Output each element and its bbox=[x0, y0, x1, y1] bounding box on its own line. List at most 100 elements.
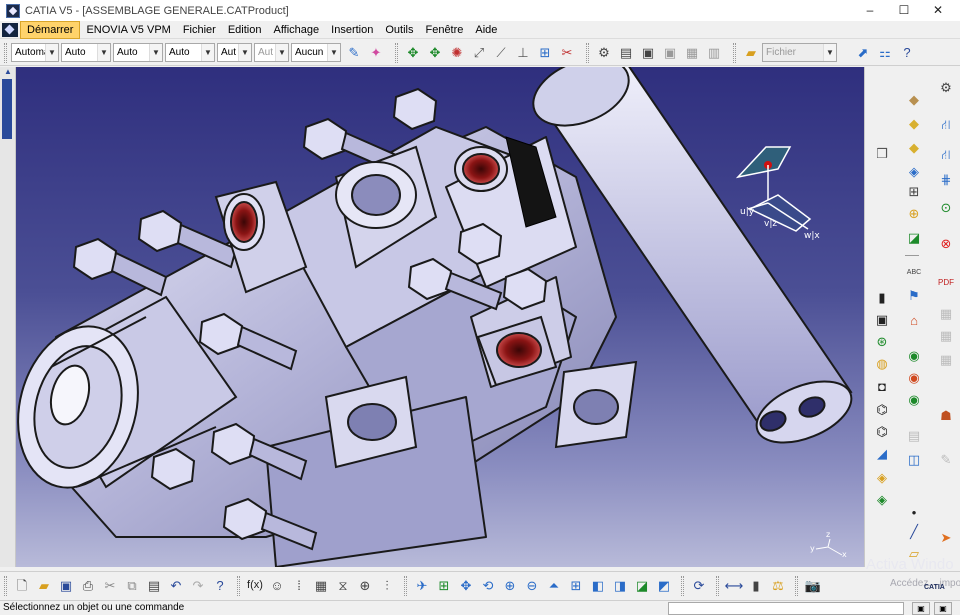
snap-tool-icon[interactable]: ⛙ bbox=[937, 147, 955, 165]
quick-constraint-icon[interactable]: ◘ bbox=[873, 377, 891, 395]
table-icon[interactable]: ▦ bbox=[311, 576, 331, 596]
update-icon[interactable]: ⌂ bbox=[905, 311, 923, 329]
iso-view-icon[interactable]: ◧ bbox=[588, 576, 608, 596]
toolbar-grip-bottom[interactable] bbox=[4, 575, 7, 596]
menu-insertion[interactable]: Insertion bbox=[325, 21, 379, 39]
graphic-property-combo-6[interactable]: Aut ▼ bbox=[254, 43, 289, 62]
redo-icon[interactable]: ↷ bbox=[188, 576, 208, 596]
fit-all-icon[interactable]: ⊞ bbox=[434, 576, 454, 596]
publish-icon[interactable]: ◈ bbox=[873, 469, 891, 487]
toolbar-grip-4[interactable] bbox=[733, 42, 736, 63]
menu-enovia[interactable]: ENOVIA V5 VPM bbox=[80, 21, 176, 39]
menu-edition[interactable]: Edition bbox=[222, 21, 268, 39]
fix-icon[interactable]: ▮ bbox=[873, 289, 891, 307]
menu-outils[interactable]: Outils bbox=[379, 21, 419, 39]
toolbar-grip-bottom-2[interactable] bbox=[237, 575, 240, 596]
graphic-property-combo-2[interactable]: Auto ▼ bbox=[61, 43, 111, 62]
generate-icon[interactable]: ▥ bbox=[704, 43, 724, 63]
maximize-button[interactable]: ☐ bbox=[886, 0, 922, 21]
measure-between-icon[interactable]: ⟷ bbox=[724, 576, 744, 596]
shading-icon[interactable]: ◨ bbox=[610, 576, 630, 596]
disabled-tool-4-icon[interactable]: ▤ bbox=[905, 427, 923, 445]
part-icon[interactable]: ◆ bbox=[905, 115, 923, 133]
update-all-icon[interactable]: ⟳ bbox=[689, 576, 709, 596]
component-disabled-icon[interactable]: ▣ bbox=[660, 43, 680, 63]
status-button-1[interactable]: ▣ bbox=[912, 602, 930, 615]
normal-view-icon[interactable]: ⏶ bbox=[544, 576, 564, 596]
assembly-3d-model[interactable]: u|y v|z w|x y z x bbox=[16, 67, 864, 567]
edit-sketch-icon[interactable]: ⌬ bbox=[873, 423, 891, 441]
existing-component-icon[interactable]: ◆ bbox=[905, 139, 923, 157]
catalog-browser-icon[interactable]: ▤ bbox=[616, 43, 636, 63]
toolbar-grip-bottom-6[interactable] bbox=[795, 575, 798, 596]
toolbar-grip[interactable] bbox=[4, 42, 7, 63]
send-to-icon[interactable]: ⬈ bbox=[853, 43, 873, 63]
multi-instantiation-icon[interactable]: ⋕ bbox=[937, 171, 955, 189]
fly-mode-icon[interactable]: ✈ bbox=[412, 576, 432, 596]
design-table-icon[interactable]: ⫶ bbox=[377, 576, 397, 596]
3d-viewport[interactable]: u|y v|z w|x y z x bbox=[16, 67, 864, 567]
menu-demarrer[interactable]: Démarrer bbox=[20, 20, 81, 39]
analysis-icon[interactable]: ◈ bbox=[873, 491, 891, 509]
zoom-out-icon[interactable]: ⊖ bbox=[522, 576, 542, 596]
graphic-property-combo-7[interactable]: Aucun ▼ bbox=[291, 43, 341, 62]
catia-menu-logo-icon[interactable] bbox=[2, 22, 18, 37]
rule-icon[interactable]: ⁞ bbox=[289, 576, 309, 596]
fix-together-icon[interactable]: ▣ bbox=[873, 311, 891, 329]
command-input[interactable] bbox=[668, 602, 904, 615]
explode-tool-icon[interactable]: ◉ bbox=[905, 369, 923, 387]
delete-icon[interactable]: ⊗ bbox=[937, 235, 955, 253]
properties-icon[interactable]: ⚏ bbox=[875, 43, 895, 63]
bill-of-material-icon[interactable]: ◢ bbox=[873, 445, 891, 463]
undo-icon[interactable]: ↶ bbox=[166, 576, 186, 596]
sectioning-icon[interactable]: ⊥ bbox=[513, 43, 533, 63]
graphic-property-combo-3[interactable]: Auto ▼ bbox=[113, 43, 163, 62]
disabled-tool-5-icon[interactable]: ✎ bbox=[937, 451, 955, 469]
measure-inertia-icon[interactable]: ⚖ bbox=[768, 576, 788, 596]
cut-icon[interactable]: ✂ bbox=[100, 576, 120, 596]
people-icon[interactable]: ☗ bbox=[937, 407, 955, 425]
scroll-up-arrow-icon[interactable]: ▲ bbox=[2, 67, 14, 77]
clash-icon[interactable]: ⟋ bbox=[491, 43, 511, 63]
point-icon[interactable]: • bbox=[905, 503, 923, 521]
camera-icon[interactable]: 📷 bbox=[803, 576, 823, 596]
toolbar-grip-bottom-4[interactable] bbox=[681, 575, 684, 596]
manipulation-icon[interactable]: ✥ bbox=[403, 43, 423, 63]
whats-this-icon[interactable]: ? bbox=[210, 576, 230, 596]
hide-show-icon[interactable]: ◪ bbox=[632, 576, 652, 596]
flag-note-icon[interactable]: ⚑ bbox=[905, 287, 923, 305]
split-icon[interactable]: ◫ bbox=[905, 451, 923, 469]
toolbar-grip-3[interactable] bbox=[586, 42, 589, 63]
menu-affichage[interactable]: Affichage bbox=[267, 21, 325, 39]
knowledge-icon[interactable]: ☺ bbox=[267, 576, 287, 596]
coincidence-icon[interactable]: ⊕ bbox=[905, 205, 923, 223]
save-icon[interactable]: ▣ bbox=[56, 576, 76, 596]
replace-component-icon[interactable]: ◈ bbox=[905, 163, 923, 181]
brush-icon[interactable]: ✦ bbox=[366, 43, 386, 63]
disabled-tool-3-icon[interactable]: ▦ bbox=[937, 351, 955, 369]
catalog-icon[interactable]: ⚙ bbox=[594, 43, 614, 63]
line-icon[interactable]: ╱ bbox=[905, 523, 923, 541]
menu-aide[interactable]: Aide bbox=[469, 21, 503, 39]
file-combo[interactable]: Fichier ▼ bbox=[762, 43, 837, 62]
toolbar-grip-2[interactable] bbox=[395, 42, 398, 63]
component-icon[interactable]: ▣ bbox=[638, 43, 658, 63]
constraints-icon[interactable]: ⊕ bbox=[355, 576, 375, 596]
stop-manipulation-icon[interactable]: ⤢ bbox=[469, 43, 489, 63]
formula-icon[interactable]: f(x) bbox=[245, 576, 265, 596]
copy-icon[interactable]: ⧉ bbox=[122, 576, 142, 596]
distance-icon[interactable]: ⊞ bbox=[535, 43, 555, 63]
tree-scroll-thumb[interactable] bbox=[2, 79, 12, 139]
measure-item-icon[interactable]: ▮ bbox=[746, 576, 766, 596]
painter-icon[interactable]: ✎ bbox=[344, 43, 364, 63]
graphic-property-combo-4[interactable]: Auto ▼ bbox=[165, 43, 215, 62]
new-icon[interactable]: 🗋 bbox=[12, 576, 32, 596]
graphic-property-combo-5[interactable]: Aut ▼ bbox=[217, 43, 252, 62]
graphic-property-combo-1[interactable]: Automa ▼ bbox=[11, 43, 59, 62]
change-constraint-icon[interactable]: ⊛ bbox=[873, 333, 891, 351]
scene-icon[interactable]: ◉ bbox=[905, 347, 923, 365]
menu-fichier[interactable]: Fichier bbox=[177, 21, 222, 39]
help-icon[interactable]: ? bbox=[897, 43, 917, 63]
manipulation-tool-icon[interactable]: ⛙ bbox=[937, 117, 955, 135]
sketch-icon[interactable]: ⌬ bbox=[873, 401, 891, 419]
